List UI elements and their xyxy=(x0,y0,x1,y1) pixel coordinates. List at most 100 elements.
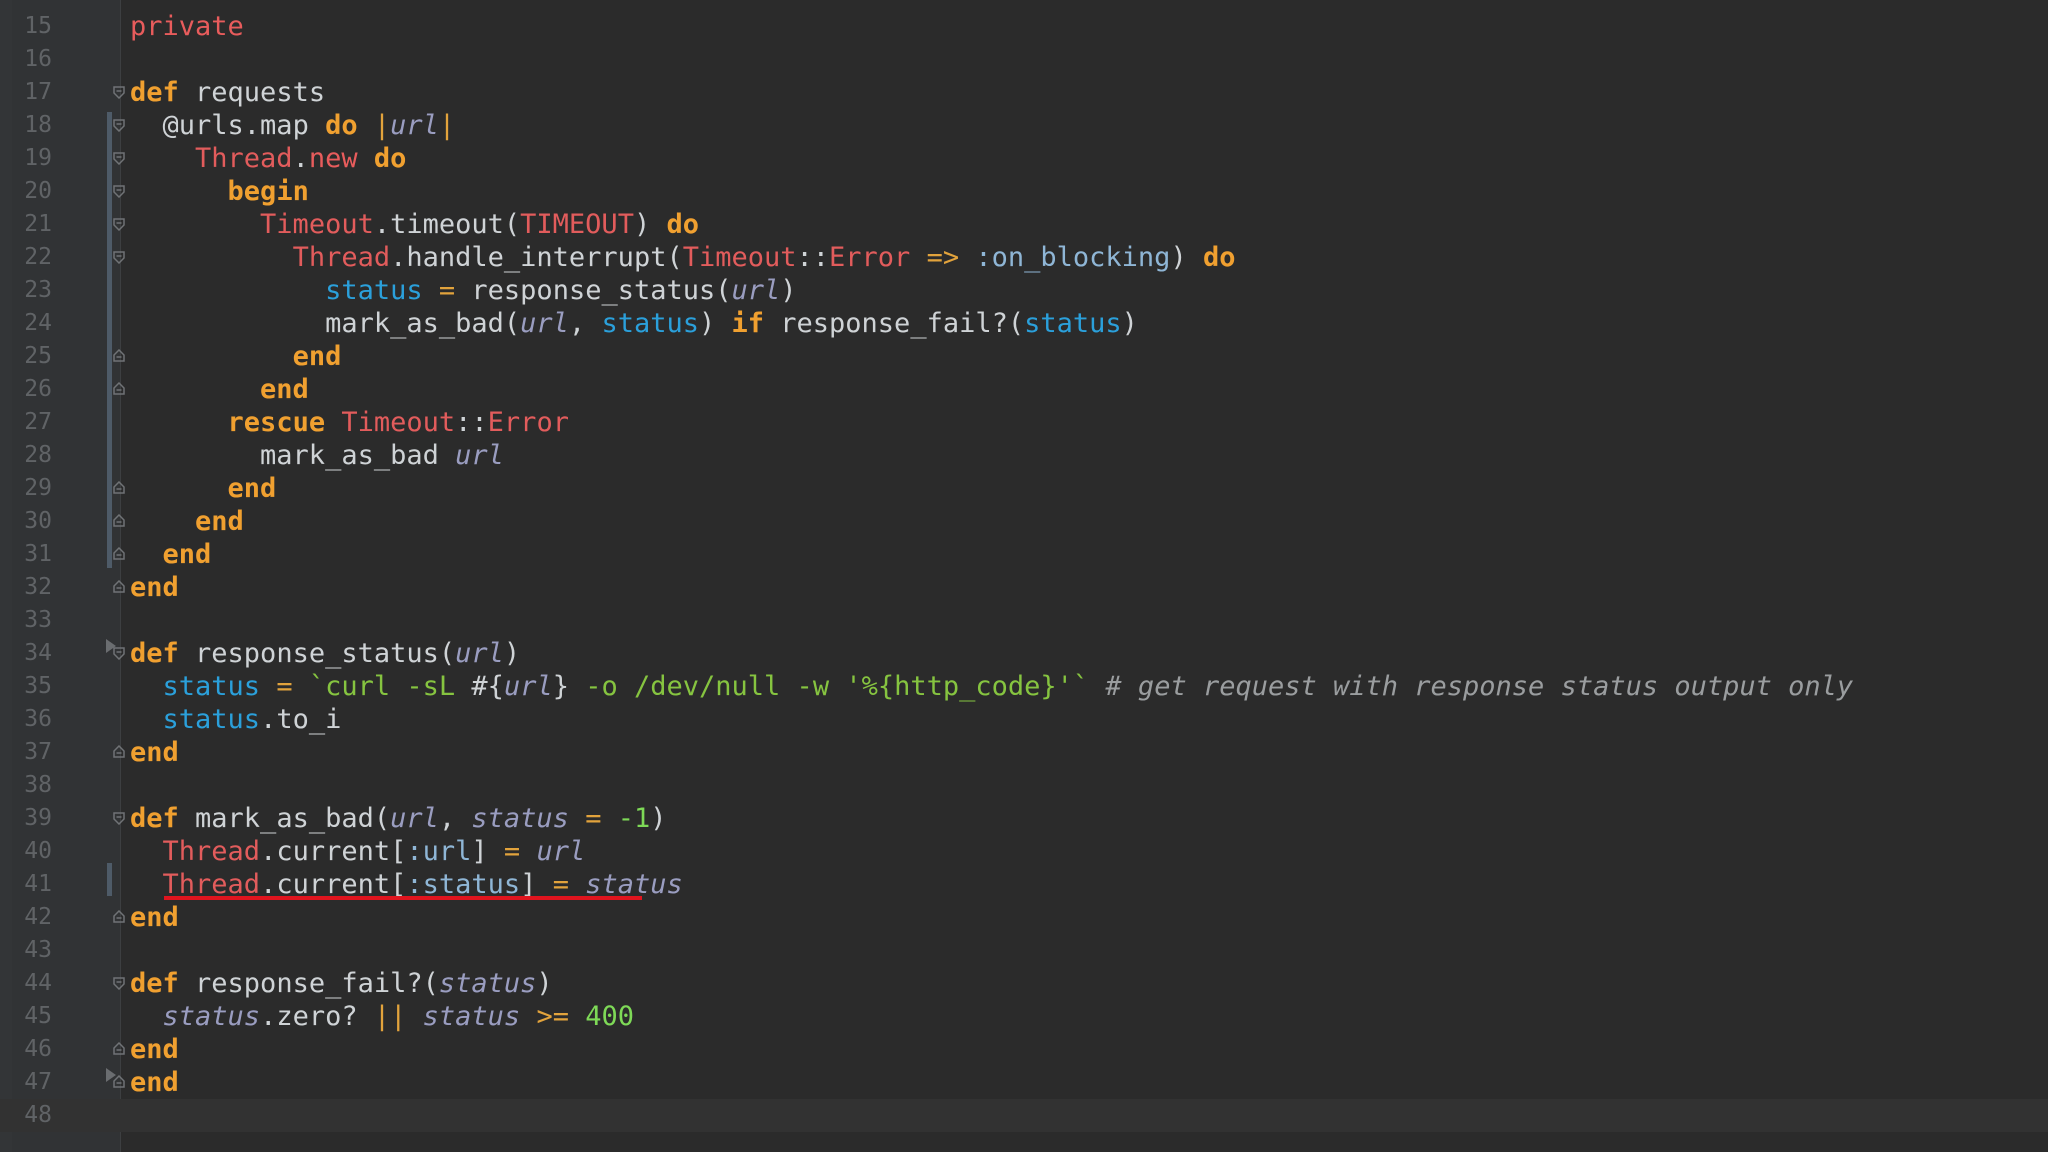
line-number: 44 xyxy=(24,970,52,996)
code-line[interactable]: 25 end xyxy=(0,340,2048,373)
code-line[interactable]: 48 xyxy=(0,1099,2048,1132)
code-line[interactable]: 37 end xyxy=(0,736,2048,769)
fold-end-icon[interactable] xyxy=(112,349,126,363)
code-line[interactable]: 36 status.to_i xyxy=(0,703,2048,736)
breakpoint-arrow-icon[interactable] xyxy=(106,1068,116,1082)
line-number: 46 xyxy=(24,1036,52,1062)
code-line[interactable]: 29 end xyxy=(0,472,2048,505)
code-line[interactable]: 44 def response_fail?(status) xyxy=(0,967,2048,1000)
fold-end-icon[interactable] xyxy=(112,910,126,924)
code-text[interactable]: def mark_as_bad(url, status = -1) xyxy=(130,802,667,835)
code-line[interactable]: 31 end xyxy=(0,538,2048,571)
fold-end-icon[interactable] xyxy=(112,1042,126,1056)
code-text[interactable]: status = `curl -sL #{url} -o /dev/null -… xyxy=(130,670,1854,703)
code-line[interactable]: 27 rescue Timeout::Error xyxy=(0,406,2048,439)
fold-expanded-icon[interactable] xyxy=(112,217,126,231)
code-line[interactable]: 17 def requests xyxy=(0,76,2048,109)
code-line[interactable]: 42 end xyxy=(0,901,2048,934)
code-line[interactable]: 24 mark_as_bad(url, status) if response_… xyxy=(0,307,2048,340)
line-number: 25 xyxy=(24,343,52,369)
code-text[interactable]: end xyxy=(130,472,277,505)
line-number: 16 xyxy=(24,46,52,72)
code-text[interactable]: end xyxy=(130,505,244,538)
fold-end-icon[interactable] xyxy=(112,382,126,396)
code-text[interactable]: end xyxy=(130,571,179,604)
line-number: 29 xyxy=(24,475,52,501)
line-number: 31 xyxy=(24,541,52,567)
code-text[interactable]: def requests xyxy=(130,76,325,109)
line-number: 48 xyxy=(24,1102,52,1128)
code-line[interactable]: 45 status.zero? || status >= 400 xyxy=(0,1000,2048,1033)
fold-expanded-icon[interactable] xyxy=(112,250,126,264)
fold-end-icon[interactable] xyxy=(112,514,126,528)
line-number: 15 xyxy=(24,13,52,39)
line-number: 37 xyxy=(24,739,52,765)
code-text[interactable]: mark_as_bad(url, status) if response_fai… xyxy=(130,307,1138,340)
line-number: 24 xyxy=(24,310,52,336)
line-number: 47 xyxy=(24,1069,52,1095)
code-text[interactable]: end xyxy=(130,901,179,934)
code-line[interactable]: 23 status = response_status(url) xyxy=(0,274,2048,307)
code-text[interactable]: private xyxy=(130,10,244,43)
code-text[interactable]: status.zero? || status >= 400 xyxy=(130,1000,635,1033)
fold-end-icon[interactable] xyxy=(112,481,126,495)
code-text[interactable]: Thread.new do xyxy=(130,142,406,175)
code-text[interactable]: end xyxy=(130,1066,179,1099)
line-number: 26 xyxy=(24,376,52,402)
code-text[interactable]: def response_fail?(status) xyxy=(130,967,553,1000)
code-text[interactable]: status = response_status(url) xyxy=(130,274,796,307)
code-text[interactable]: begin xyxy=(130,175,309,208)
code-line[interactable]: 43 xyxy=(0,934,2048,967)
line-number: 17 xyxy=(24,79,52,105)
code-text[interactable]: end xyxy=(130,1033,179,1066)
fold-end-icon[interactable] xyxy=(112,580,126,594)
code-text[interactable]: status.to_i xyxy=(130,703,342,736)
fold-end-icon[interactable] xyxy=(112,547,126,561)
code-text[interactable]: Timeout.timeout(TIMEOUT) do xyxy=(130,208,699,241)
code-line[interactable]: 35 status = `curl -sL #{url} -o /dev/nul… xyxy=(0,670,2048,703)
code-text[interactable]: rescue Timeout::Error xyxy=(130,406,569,439)
breakpoint-arrow-icon[interactable] xyxy=(106,639,116,653)
fold-expanded-icon[interactable] xyxy=(112,118,126,132)
code-line[interactable]: 18 @urls.map do |url| xyxy=(0,109,2048,142)
code-text[interactable]: end xyxy=(130,538,212,571)
code-line[interactable]: 16 xyxy=(0,43,2048,76)
code-text[interactable]: Thread.handle_interrupt(Timeout::Error =… xyxy=(130,241,1236,274)
code-line[interactable]: 30 end xyxy=(0,505,2048,538)
code-line[interactable]: 40 Thread.current[:url] = url xyxy=(0,835,2048,868)
fold-end-icon[interactable] xyxy=(112,745,126,759)
fold-expanded-icon[interactable] xyxy=(112,85,126,99)
line-number: 34 xyxy=(24,640,52,666)
code-editor[interactable]: 15 private 16 17 def requests 18 @urls.map do… xyxy=(0,0,2048,1152)
line-number: 38 xyxy=(24,772,52,798)
code-line[interactable]: 19 Thread.new do xyxy=(0,142,2048,175)
code-line[interactable]: 28 mark_as_bad url xyxy=(0,439,2048,472)
code-text[interactable]: @urls.map do |url| xyxy=(130,109,456,142)
code-text[interactable]: def response_status(url) xyxy=(130,637,520,670)
fold-expanded-icon[interactable] xyxy=(112,184,126,198)
code-line[interactable]: 22 Thread.handle_interrupt(Timeout::Erro… xyxy=(0,241,2048,274)
line-number: 18 xyxy=(24,112,52,138)
code-text[interactable]: end xyxy=(130,736,179,769)
code-line[interactable]: 38 xyxy=(0,769,2048,802)
code-line[interactable]: 32 end xyxy=(0,571,2048,604)
code-text[interactable]: end xyxy=(130,340,342,373)
line-number: 33 xyxy=(24,607,52,633)
code-text[interactable]: Thread.current[:url] = url xyxy=(130,835,586,868)
code-line[interactable]: 34 def response_status(url) xyxy=(0,637,2048,670)
code-line[interactable]: 47 end xyxy=(0,1066,2048,1099)
code-line[interactable]: 15 private xyxy=(0,10,2048,43)
code-line[interactable]: 39 def mark_as_bad(url, status = -1) xyxy=(0,802,2048,835)
fold-expanded-icon[interactable] xyxy=(112,151,126,165)
code-line[interactable]: 33 xyxy=(0,604,2048,637)
line-number: 27 xyxy=(24,409,52,435)
code-line[interactable]: 26 end xyxy=(0,373,2048,406)
code-line[interactable]: 21 Timeout.timeout(TIMEOUT) do xyxy=(0,208,2048,241)
fold-expanded-icon[interactable] xyxy=(112,811,126,825)
fold-expanded-icon[interactable] xyxy=(112,976,126,990)
code-text[interactable]: mark_as_bad url xyxy=(130,439,504,472)
code-line[interactable]: 20 begin xyxy=(0,175,2048,208)
code-text[interactable]: end xyxy=(130,373,309,406)
line-number: 39 xyxy=(24,805,52,831)
code-line[interactable]: 46 end xyxy=(0,1033,2048,1066)
